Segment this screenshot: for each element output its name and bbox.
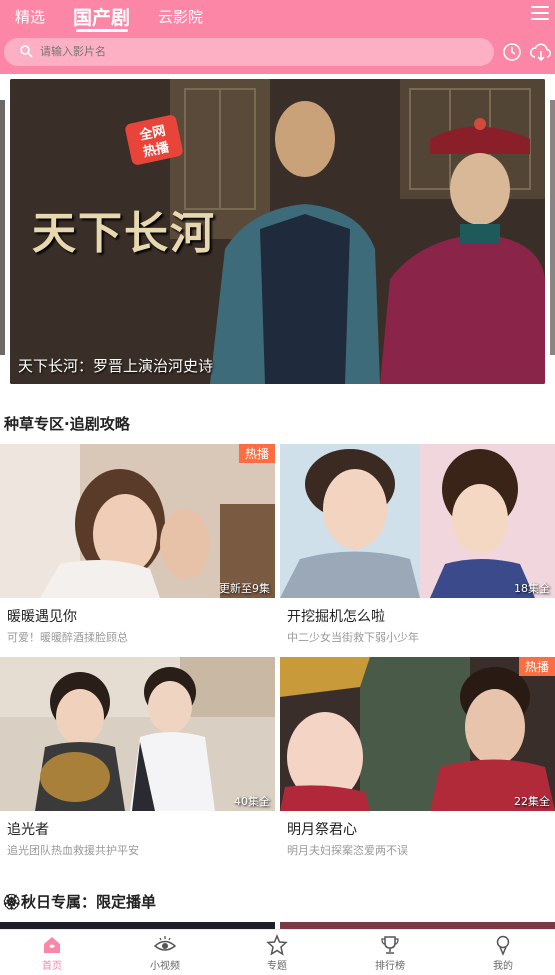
episode-count: 22集全 bbox=[514, 795, 550, 808]
trending-badge-icon: 全网 热播 bbox=[125, 115, 183, 165]
playlist-thumbnail-peek[interactable] bbox=[0, 922, 275, 929]
hero-banner[interactable]: 全网 热播 天下长河 天下长河：罗晋上演治河史诗 bbox=[10, 79, 545, 384]
tab-domestic-drama[interactable]: 国产剧 bbox=[73, 3, 130, 30]
drama-card[interactable]: 18集全 开挖掘机怎么啦 中二少女当街救下弱小少年 bbox=[280, 444, 555, 644]
menu-icon[interactable] bbox=[531, 6, 549, 22]
episode-count: 40集全 bbox=[234, 795, 270, 808]
banner-show-title: 天下长河 bbox=[32, 208, 216, 259]
trophy-icon bbox=[381, 936, 399, 954]
thumbnail-image bbox=[280, 444, 555, 598]
thumbnail-image bbox=[0, 444, 275, 598]
section-title-autumn-playlist: 🏵秋日专属：限定播单 bbox=[2, 893, 157, 911]
drama-title[interactable]: 明月祭君心 bbox=[287, 819, 357, 839]
drama-title[interactable]: 暖暖遇见你 bbox=[7, 606, 77, 626]
drama-description: 可爱！暖暖醉酒揉脸顾总 bbox=[7, 631, 128, 644]
banner-next-peek[interactable] bbox=[550, 100, 555, 355]
drama-thumbnail[interactable]: 40集全 bbox=[0, 657, 275, 811]
episode-count: 18集全 bbox=[514, 582, 550, 595]
episode-count: 更新至9集 bbox=[219, 582, 270, 595]
search-icon bbox=[20, 45, 33, 58]
nav-profile[interactable]: 我的 bbox=[468, 932, 538, 972]
hot-badge: 热播 bbox=[238, 444, 275, 463]
nav-label: 我的 bbox=[493, 961, 513, 972]
drama-card[interactable]: 40集全 追光者 追光团队热血救援共护平安 bbox=[0, 657, 275, 857]
star-icon bbox=[266, 934, 288, 956]
drama-thumbnail[interactable]: 热播 更新至9集 bbox=[0, 444, 275, 598]
drama-description: 明月夫妇探案恣爱两不误 bbox=[287, 844, 408, 857]
bottom-navigation: 首页 小视频 专题 排行榜 我的 bbox=[0, 929, 555, 975]
drama-description: 追光团队热血救援共护平安 bbox=[7, 844, 139, 857]
drama-thumbnail[interactable]: 热播 22集全 bbox=[280, 657, 555, 811]
section-title-recommend: 种草专区·追剧攻略 bbox=[4, 415, 130, 433]
nav-ranking[interactable]: 排行榜 bbox=[355, 932, 425, 972]
banner-prev-peek[interactable] bbox=[0, 100, 5, 355]
drama-title[interactable]: 开挖掘机怎么啦 bbox=[287, 606, 385, 626]
nav-topics[interactable]: 专题 bbox=[242, 932, 312, 972]
drama-card[interactable]: 热播 更新至9集 暖暖遇见你 可爱！暖暖醉酒揉脸顾总 bbox=[0, 444, 275, 644]
top-header: 精选 国产剧 云影院 bbox=[0, 0, 555, 74]
nav-label: 小视频 bbox=[150, 961, 180, 972]
tab-featured[interactable]: 精选 bbox=[15, 6, 45, 27]
drama-description: 中二少女当街救下弱小少年 bbox=[287, 631, 419, 644]
active-tab-indicator bbox=[76, 29, 128, 32]
nav-short-video[interactable]: 小视频 bbox=[130, 932, 200, 972]
hot-badge: 热播 bbox=[518, 657, 555, 676]
category-tabs: 精选 国产剧 云影院 bbox=[0, 0, 555, 34]
drama-title[interactable]: 追光者 bbox=[7, 819, 49, 839]
nav-label: 首页 bbox=[42, 961, 62, 972]
search-input[interactable] bbox=[40, 38, 480, 66]
cloud-download-icon[interactable] bbox=[530, 42, 552, 62]
history-icon[interactable] bbox=[502, 42, 522, 62]
user-icon bbox=[496, 935, 510, 956]
banner-caption: 天下长河：罗晋上演治河史诗 bbox=[18, 357, 214, 375]
drama-card[interactable]: 热播 22集全 明月祭君心 明月夫妇探案恣爱两不误 bbox=[280, 657, 555, 857]
nav-home[interactable]: 首页 bbox=[17, 932, 87, 972]
nav-label: 专题 bbox=[267, 961, 287, 972]
search-bar[interactable] bbox=[4, 38, 494, 66]
thumbnail-image bbox=[280, 657, 555, 811]
eye-icon bbox=[153, 936, 177, 951]
thumbnail-image bbox=[0, 657, 275, 811]
tab-cloud-cinema[interactable]: 云影院 bbox=[158, 6, 203, 27]
home-icon bbox=[44, 937, 60, 953]
nav-label: 排行榜 bbox=[375, 961, 405, 972]
playlist-thumbnail-peek[interactable] bbox=[280, 922, 555, 929]
drama-thumbnail[interactable]: 18集全 bbox=[280, 444, 555, 598]
